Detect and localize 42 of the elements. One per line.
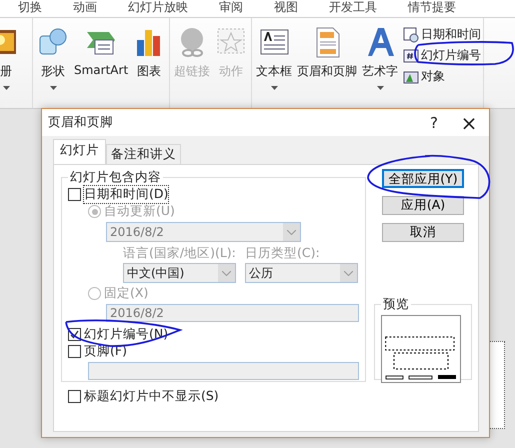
dialog-tab[interactable]: 幻灯片 bbox=[53, 139, 106, 164]
chevron-down-icon bbox=[222, 270, 231, 276]
ribbon-button[interactable]: 幻灯片编号 bbox=[403, 47, 482, 64]
close-button[interactable]: × bbox=[449, 110, 489, 134]
ribbon-button[interactable]: 日期和时间 bbox=[403, 26, 482, 43]
ribbon-button[interactable]: 艺术字 bbox=[360, 26, 400, 90]
footer-field[interactable] bbox=[88, 362, 359, 380]
group-title: 幻灯片包含内容 bbox=[69, 169, 162, 186]
ribbon-tab[interactable]: 幻灯片放映 bbox=[128, 0, 188, 17]
ribbon-tab[interactable]: 审阅 bbox=[219, 0, 243, 17]
calendar-label: 日历类型(C): bbox=[245, 245, 321, 262]
ribbon-button[interactable]: 册 bbox=[0, 26, 24, 90]
ribbon-button[interactable]: 形状 bbox=[35, 26, 71, 90]
chevron-down-icon bbox=[344, 270, 353, 276]
radio-label: 自动更新(U) bbox=[104, 203, 175, 220]
radio-label: 固定(X) bbox=[104, 285, 148, 302]
language-label: 语言(国家/地区)(L): bbox=[123, 245, 236, 262]
checkbox[interactable] bbox=[68, 390, 81, 403]
checkbox[interactable] bbox=[68, 188, 81, 201]
dialog-title: 页眉和页脚 bbox=[48, 114, 114, 131]
ribbon-button[interactable]: 文本框 bbox=[254, 26, 294, 90]
ribbon-button[interactable]: 页眉和页脚 bbox=[295, 26, 360, 80]
ribbon-tab[interactable]: 视图 bbox=[274, 0, 298, 17]
image-icon bbox=[403, 68, 420, 84]
help-button[interactable]: ? bbox=[419, 114, 449, 132]
checkbox-option[interactable]: 日期和时间(D) bbox=[68, 186, 359, 203]
checkbox-option[interactable]: 标题幻灯片中不显示(S) bbox=[68, 388, 366, 405]
dialog-button[interactable]: 取消 bbox=[382, 223, 464, 242]
checkbox[interactable] bbox=[68, 345, 81, 358]
dialog-button[interactable]: 全部应用(Y) bbox=[382, 169, 464, 188]
ribbon-button[interactable]: SmartArt bbox=[72, 26, 130, 77]
dialog-tab[interactable]: 备注和讲义 bbox=[106, 144, 181, 164]
dialog-button[interactable]: 应用(A) bbox=[382, 196, 464, 215]
ribbon-button[interactable]: 图表 bbox=[131, 26, 168, 80]
ribbon-tab[interactable]: 开发工具 bbox=[329, 0, 377, 17]
calendar-icon bbox=[403, 26, 420, 42]
ribbon-tab[interactable]: 情节提要 bbox=[408, 0, 456, 17]
chevron-down-icon bbox=[287, 230, 296, 234]
ribbon-tab[interactable]: 切换 bbox=[18, 0, 42, 17]
ribbon-button[interactable]: 对象 bbox=[403, 68, 482, 85]
preview-title: 预览 bbox=[382, 296, 410, 313]
ribbon-tab[interactable]: 动画 bbox=[73, 0, 97, 17]
